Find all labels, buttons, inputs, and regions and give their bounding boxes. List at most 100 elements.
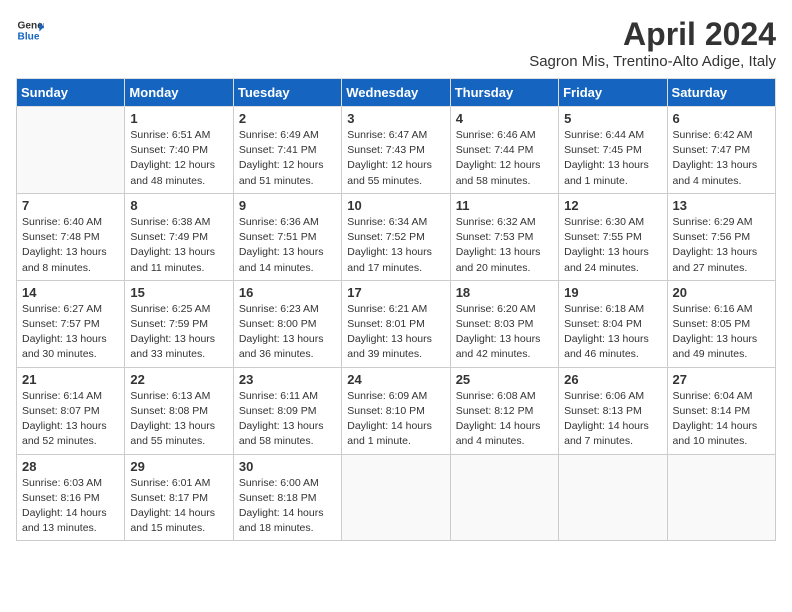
day-number: 26 <box>564 372 661 387</box>
calendar-day-cell <box>559 454 667 541</box>
calendar-day-cell: 30 Sunrise: 6:00 AMSunset: 8:18 PMDayligh… <box>233 454 341 541</box>
day-info: Sunrise: 6:23 AMSunset: 8:00 PMDaylight:… <box>239 302 336 363</box>
day-info: Sunrise: 6:30 AMSunset: 7:55 PMDaylight:… <box>564 215 661 276</box>
day-info: Sunrise: 6:13 AMSunset: 8:08 PMDaylight:… <box>130 389 227 450</box>
day-number: 19 <box>564 285 661 300</box>
day-info: Sunrise: 6:32 AMSunset: 7:53 PMDaylight:… <box>456 215 553 276</box>
day-of-week-header: Wednesday <box>342 79 450 107</box>
day-info: Sunrise: 6:18 AMSunset: 8:04 PMDaylight:… <box>564 302 661 363</box>
day-number: 10 <box>347 198 444 213</box>
calendar-week-row: 1 Sunrise: 6:51 AMSunset: 7:40 PMDaylight… <box>17 107 776 194</box>
day-info: Sunrise: 6:14 AMSunset: 8:07 PMDaylight:… <box>22 389 119 450</box>
day-number: 20 <box>673 285 770 300</box>
day-info: Sunrise: 6:08 AMSunset: 8:12 PMDaylight:… <box>456 389 553 450</box>
calendar-day-cell: 16 Sunrise: 6:23 AMSunset: 8:00 PMDayligh… <box>233 280 341 367</box>
day-info: Sunrise: 6:47 AMSunset: 7:43 PMDaylight:… <box>347 128 444 189</box>
day-number: 17 <box>347 285 444 300</box>
day-number: 15 <box>130 285 227 300</box>
calendar-day-cell <box>17 107 125 194</box>
calendar-day-cell: 2 Sunrise: 6:49 AMSunset: 7:41 PMDaylight… <box>233 107 341 194</box>
calendar-day-cell: 24 Sunrise: 6:09 AMSunset: 8:10 PMDayligh… <box>342 367 450 454</box>
day-info: Sunrise: 6:03 AMSunset: 8:16 PMDaylight:… <box>22 476 119 537</box>
calendar-week-row: 21 Sunrise: 6:14 AMSunset: 8:07 PMDayligh… <box>17 367 776 454</box>
calendar-day-cell: 12 Sunrise: 6:30 AMSunset: 7:55 PMDayligh… <box>559 193 667 280</box>
title-area: April 2024 Sagron Mis, Trentino-Alto Adi… <box>529 16 776 70</box>
day-info: Sunrise: 6:29 AMSunset: 7:56 PMDaylight:… <box>673 215 770 276</box>
day-number: 23 <box>239 372 336 387</box>
day-number: 16 <box>239 285 336 300</box>
day-number: 13 <box>673 198 770 213</box>
day-info: Sunrise: 6:00 AMSunset: 8:18 PMDaylight:… <box>239 476 336 537</box>
day-info: Sunrise: 6:25 AMSunset: 7:59 PMDaylight:… <box>130 302 227 363</box>
day-number: 1 <box>130 111 227 126</box>
calendar-day-cell <box>667 454 775 541</box>
calendar-day-cell: 26 Sunrise: 6:06 AMSunset: 8:13 PMDayligh… <box>559 367 667 454</box>
day-number: 4 <box>456 111 553 126</box>
day-number: 30 <box>239 459 336 474</box>
day-number: 28 <box>22 459 119 474</box>
day-info: Sunrise: 6:36 AMSunset: 7:51 PMDaylight:… <box>239 215 336 276</box>
calendar-day-cell: 4Sunrise: 6:46 AMSunset: 7:44 PMDaylight… <box>450 107 558 194</box>
day-of-week-header: Friday <box>559 79 667 107</box>
day-info: Sunrise: 6:21 AMSunset: 8:01 PMDaylight:… <box>347 302 444 363</box>
day-number: 11 <box>456 198 553 213</box>
day-info: Sunrise: 6:16 AMSunset: 8:05 PMDaylight:… <box>673 302 770 363</box>
day-info: Sunrise: 6:06 AMSunset: 8:13 PMDaylight:… <box>564 389 661 450</box>
day-info: Sunrise: 6:49 AMSunset: 7:41 PMDaylight:… <box>239 128 336 189</box>
day-info: Sunrise: 6:01 AMSunset: 8:17 PMDaylight:… <box>130 476 227 537</box>
calendar-day-cell: 11 Sunrise: 6:32 AMSunset: 7:53 PMDayligh… <box>450 193 558 280</box>
day-info: Sunrise: 6:44 AMSunset: 7:45 PMDaylight:… <box>564 128 661 189</box>
calendar-day-cell: 10 Sunrise: 6:34 AMSunset: 7:52 PMDayligh… <box>342 193 450 280</box>
calendar-day-cell: 5 Sunrise: 6:44 AMSunset: 7:45 PMDaylight… <box>559 107 667 194</box>
calendar-day-cell: 8 Sunrise: 6:38 AMSunset: 7:49 PMDaylight… <box>125 193 233 280</box>
day-number: 18 <box>456 285 553 300</box>
day-number: 21 <box>22 372 119 387</box>
calendar-day-cell: 9 Sunrise: 6:36 AMSunset: 7:51 PMDaylight… <box>233 193 341 280</box>
day-info: Sunrise: 6:27 AMSunset: 7:57 PMDaylight:… <box>22 302 119 363</box>
day-number: 14 <box>22 285 119 300</box>
calendar-header-row: SundayMondayTuesdayWednesdayThursdayFrid… <box>17 79 776 107</box>
day-info: Sunrise: 6:20 AMSunset: 8:03 PMDaylight:… <box>456 302 553 363</box>
day-info: Sunrise: 6:04 AMSunset: 8:14 PMDaylight:… <box>673 389 770 450</box>
logo-icon: General Blue <box>16 16 44 44</box>
calendar-day-cell: 3 Sunrise: 6:47 AMSunset: 7:43 PMDaylight… <box>342 107 450 194</box>
location-subtitle: Sagron Mis, Trentino-Alto Adige, Italy <box>529 53 776 70</box>
calendar-week-row: 14 Sunrise: 6:27 AMSunset: 7:57 PMDayligh… <box>17 280 776 367</box>
calendar-day-cell: 29Sunrise: 6:01 AMSunset: 8:17 PMDayligh… <box>125 454 233 541</box>
calendar-table: SundayMondayTuesdayWednesdayThursdayFrid… <box>16 78 776 541</box>
day-number: 5 <box>564 111 661 126</box>
day-number: 25 <box>456 372 553 387</box>
calendar-day-cell: 19 Sunrise: 6:18 AMSunset: 8:04 PMDayligh… <box>559 280 667 367</box>
day-number: 22 <box>130 372 227 387</box>
calendar-day-cell: 23Sunrise: 6:11 AMSunset: 8:09 PMDayligh… <box>233 367 341 454</box>
calendar-day-cell: 1 Sunrise: 6:51 AMSunset: 7:40 PMDaylight… <box>125 107 233 194</box>
calendar-day-cell: 18 Sunrise: 6:20 AMSunset: 8:03 PMDayligh… <box>450 280 558 367</box>
calendar-day-cell: 21 Sunrise: 6:14 AMSunset: 8:07 PMDayligh… <box>17 367 125 454</box>
calendar-day-cell <box>450 454 558 541</box>
month-title: April 2024 <box>529 16 776 53</box>
day-info: Sunrise: 6:34 AMSunset: 7:52 PMDaylight:… <box>347 215 444 276</box>
day-number: 8 <box>130 198 227 213</box>
calendar-day-cell: 7Sunrise: 6:40 AMSunset: 7:48 PMDaylight… <box>17 193 125 280</box>
calendar-day-cell <box>342 454 450 541</box>
calendar-day-cell: 22 Sunrise: 6:13 AMSunset: 8:08 PMDayligh… <box>125 367 233 454</box>
logo: General Blue <box>16 16 44 44</box>
calendar-day-cell: 28 Sunrise: 6:03 AMSunset: 8:16 PMDayligh… <box>17 454 125 541</box>
calendar-day-cell: 27 Sunrise: 6:04 AMSunset: 8:14 PMDayligh… <box>667 367 775 454</box>
day-info: Sunrise: 6:09 AMSunset: 8:10 PMDaylight:… <box>347 389 444 450</box>
day-number: 24 <box>347 372 444 387</box>
day-number: 9 <box>239 198 336 213</box>
day-number: 3 <box>347 111 444 126</box>
day-of-week-header: Thursday <box>450 79 558 107</box>
day-info: Sunrise: 6:38 AMSunset: 7:49 PMDaylight:… <box>130 215 227 276</box>
calendar-day-cell: 13 Sunrise: 6:29 AMSunset: 7:56 PMDayligh… <box>667 193 775 280</box>
day-info: Sunrise: 6:51 AMSunset: 7:40 PMDaylight:… <box>130 128 227 189</box>
calendar-day-cell: 17 Sunrise: 6:21 AMSunset: 8:01 PMDayligh… <box>342 280 450 367</box>
calendar-day-cell: 14 Sunrise: 6:27 AMSunset: 7:57 PMDayligh… <box>17 280 125 367</box>
day-number: 7 <box>22 198 119 213</box>
day-number: 12 <box>564 198 661 213</box>
day-number: 2 <box>239 111 336 126</box>
day-number: 27 <box>673 372 770 387</box>
day-number: 6 <box>673 111 770 126</box>
day-info: Sunrise: 6:42 AMSunset: 7:47 PMDaylight:… <box>673 128 770 189</box>
